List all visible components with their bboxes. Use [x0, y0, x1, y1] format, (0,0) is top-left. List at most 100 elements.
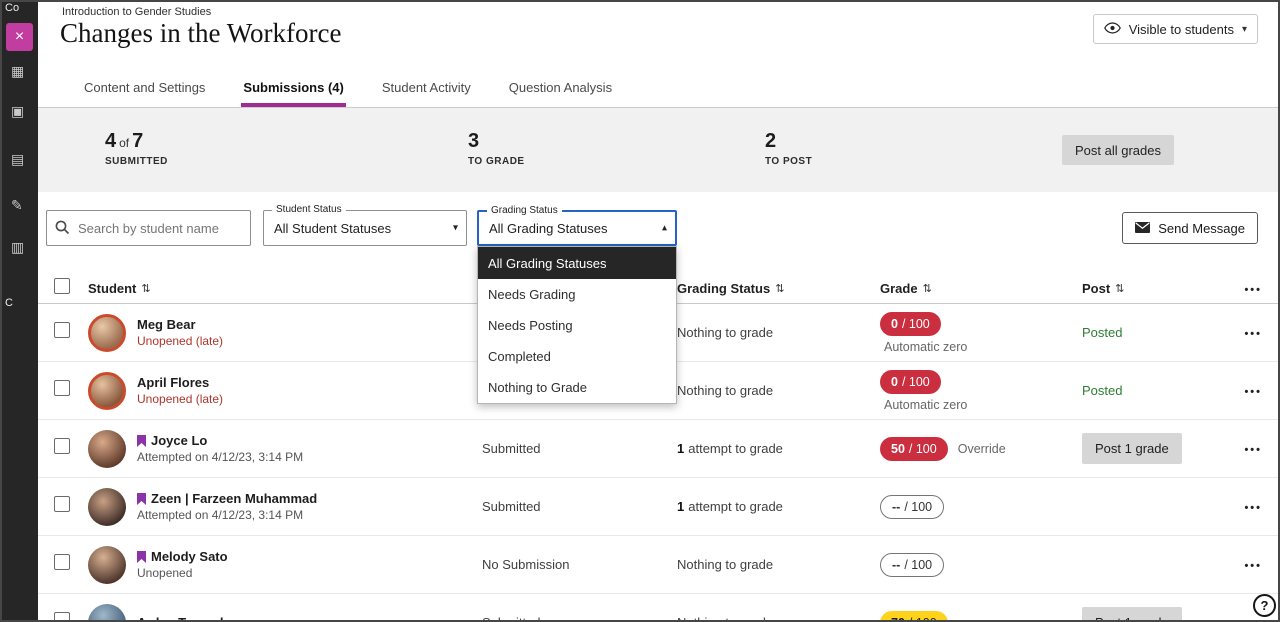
- row-checkbox[interactable]: [54, 496, 70, 512]
- table-row: Zeen | Farzeen Muhammad Attempted on 4/1…: [38, 478, 1278, 536]
- post-grade-button[interactable]: Post 1 grade: [1082, 607, 1182, 622]
- grade-pill[interactable]: 70/ 100: [880, 611, 948, 622]
- visibility-dropdown[interactable]: Visible to students ▾: [1093, 14, 1258, 44]
- chevron-down-icon: ▾: [453, 223, 458, 234]
- send-message-button[interactable]: Send Message: [1122, 212, 1258, 244]
- post-all-grades-button[interactable]: Post all grades: [1062, 135, 1174, 165]
- grade-cell: 50/ 100 Override: [872, 437, 1082, 461]
- post-cell: Post 1 grade: [1082, 607, 1222, 622]
- send-message-label: Send Message: [1158, 221, 1245, 236]
- grade-cell: --/ 100: [872, 553, 1082, 577]
- dropdown-option-nothing-to-grade[interactable]: Nothing to Grade: [478, 372, 676, 403]
- tab-submissions[interactable]: Submissions (4): [241, 72, 345, 107]
- stat-submitted: 4of7 SUBMITTED: [105, 130, 168, 167]
- grading-status-cell: 1attempt to grade: [677, 498, 872, 516]
- document-icon[interactable]: ▤: [11, 152, 24, 166]
- row-checkbox[interactable]: [54, 380, 70, 396]
- student-name[interactable]: Meg Bear: [137, 317, 196, 332]
- post-cell: Posted: [1082, 324, 1222, 342]
- header-grade[interactable]: Grade⇅: [872, 281, 1082, 296]
- grading-status-text: Nothing to grade: [677, 325, 773, 340]
- grade-score: --: [892, 500, 900, 514]
- grade-pill[interactable]: 50/ 100: [880, 437, 948, 461]
- header-grading-status[interactable]: Grading Status⇅: [677, 281, 872, 296]
- checkbox-icon[interactable]: ▣: [11, 104, 24, 118]
- student-name[interactable]: Arden Tuomala: [137, 615, 231, 622]
- avatar: [88, 604, 126, 622]
- grading-status-text: Nothing to grade: [677, 383, 773, 398]
- list-icon[interactable]: ▥: [11, 240, 24, 254]
- student-attempt-status: Unopened: [137, 566, 228, 580]
- submitted-label: SUBMITTED: [105, 156, 168, 167]
- dropdown-option-all-grading-statuses[interactable]: All Grading Statuses: [478, 247, 676, 279]
- post-cell: Post 1 grade: [1082, 433, 1222, 464]
- chevron-up-icon: ▴: [662, 223, 667, 234]
- submitted-count: 4: [105, 130, 116, 152]
- student-name[interactable]: April Flores: [137, 375, 209, 390]
- pen-icon[interactable]: ✎: [11, 198, 23, 212]
- avatar: [88, 430, 126, 468]
- student-name[interactable]: Joyce Lo: [151, 433, 207, 448]
- student-name[interactable]: Zeen | Farzeen Muhammad: [151, 491, 317, 506]
- row-overflow-menu[interactable]: •••: [1244, 328, 1262, 340]
- row-overflow-menu[interactable]: •••: [1244, 444, 1262, 456]
- close-panel-button[interactable]: ×: [6, 23, 33, 51]
- row-checkbox[interactable]: [54, 612, 70, 622]
- header-student[interactable]: Student⇅: [88, 281, 482, 296]
- grade-note: Automatic zero: [880, 398, 967, 412]
- row-overflow-menu[interactable]: •••: [1244, 560, 1262, 572]
- grade-pill[interactable]: 0 / 100: [880, 312, 941, 336]
- student-attempt-status: Unopened (late): [137, 334, 223, 348]
- tab-question-analysis[interactable]: Question Analysis: [507, 72, 614, 107]
- row-overflow-menu[interactable]: •••: [1244, 618, 1262, 622]
- post-cell: Posted: [1082, 382, 1222, 400]
- select-all-checkbox[interactable]: [54, 278, 70, 294]
- grading-status-cell: Nothing to grade: [677, 324, 872, 342]
- stat-to-post: 2 TO POST: [765, 130, 812, 167]
- tab-bar: Content and Settings Submissions (4) Stu…: [38, 72, 1278, 108]
- row-checkbox[interactable]: [54, 554, 70, 570]
- grade-max: / 100: [904, 500, 932, 514]
- avatar: [88, 314, 126, 352]
- page-header: Introduction to Gender Studies Changes i…: [38, 2, 1278, 72]
- post-grade-button[interactable]: Post 1 grade: [1082, 433, 1182, 464]
- tab-content-and-settings[interactable]: Content and Settings: [82, 72, 207, 107]
- grade-note: Automatic zero: [880, 340, 967, 354]
- submission-status: Submitted: [482, 441, 677, 456]
- grade-max: / 100: [909, 616, 937, 622]
- grid-icon[interactable]: ▦: [11, 64, 24, 78]
- avatar: [88, 488, 126, 526]
- grading-status-select[interactable]: Grading Status All Grading Statuses ▴ Al…: [477, 210, 677, 246]
- student-name[interactable]: Melody Sato: [151, 549, 228, 564]
- search-input[interactable]: [46, 210, 251, 246]
- dropdown-option-needs-grading[interactable]: Needs Grading: [478, 279, 676, 310]
- breadcrumb[interactable]: Introduction to Gender Studies: [62, 6, 211, 18]
- table-overflow-menu[interactable]: •••: [1244, 284, 1262, 296]
- row-checkbox[interactable]: [54, 322, 70, 338]
- table-row: Arden Tuomala Submitted Nothing to grade…: [38, 594, 1278, 622]
- row-checkbox[interactable]: [54, 438, 70, 454]
- avatar: [88, 546, 126, 584]
- help-button[interactable]: ?: [1253, 594, 1276, 617]
- grade-score: --: [892, 558, 900, 572]
- stat-to-grade: 3 TO GRADE: [468, 130, 525, 167]
- grade-pill[interactable]: --/ 100: [880, 553, 944, 577]
- main-content: Introduction to Gender Studies Changes i…: [38, 2, 1278, 620]
- grade-score: 50: [891, 442, 905, 456]
- grade-cell: 0 / 100 Automatic zero: [872, 312, 1082, 354]
- grade-pill[interactable]: -- / 100: [880, 495, 944, 519]
- dropdown-option-needs-posting[interactable]: Needs Posting: [478, 310, 676, 341]
- grade-pill[interactable]: 0/ 100: [880, 370, 941, 394]
- submitted-total: 7: [132, 130, 143, 152]
- tab-student-activity[interactable]: Student Activity: [380, 72, 473, 107]
- row-overflow-menu[interactable]: •••: [1244, 386, 1262, 398]
- submission-status: Submitted: [482, 615, 677, 622]
- grade-max: / 100: [902, 317, 930, 331]
- grade-score: 0: [891, 317, 898, 331]
- grading-status-text: attempt to grade: [688, 441, 783, 456]
- student-status-select[interactable]: Student Status All Student Statuses ▾: [263, 210, 467, 246]
- header-post[interactable]: Post⇅: [1082, 281, 1222, 296]
- row-overflow-menu[interactable]: •••: [1244, 502, 1262, 514]
- dropdown-option-completed[interactable]: Completed: [478, 341, 676, 372]
- grading-status-cell: Nothing to grade: [677, 556, 872, 574]
